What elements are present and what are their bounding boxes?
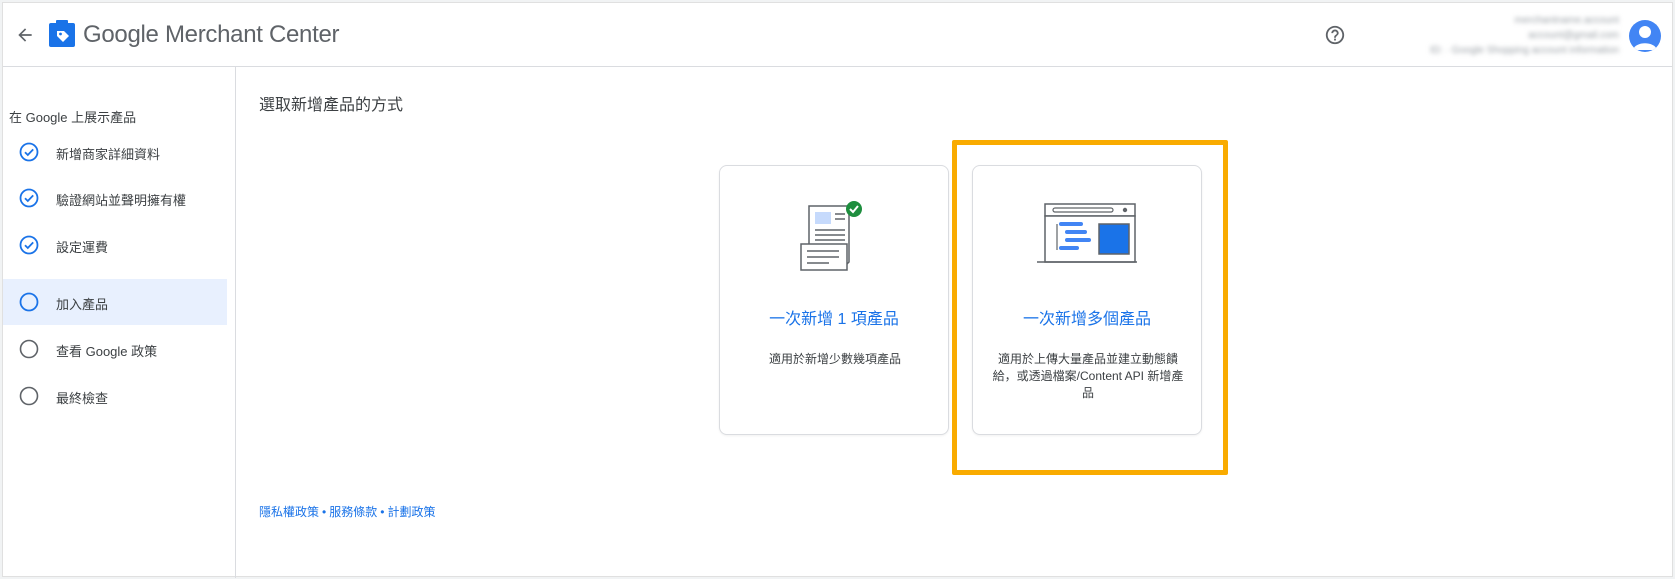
current-step-circle-icon xyxy=(19,292,39,312)
step-business-info[interactable]: 新增商家詳細資料 xyxy=(3,129,227,175)
step-review-policies[interactable]: 查看 Google 政策 xyxy=(3,326,227,372)
step-verify-website[interactable]: 驗證網站並聲明擁有權 xyxy=(3,175,227,221)
step-label: 查看 Google 政策 xyxy=(56,344,158,359)
step-label: 設定運費 xyxy=(56,240,109,255)
check-circle-icon xyxy=(19,142,39,162)
brand-product: Merchant Center xyxy=(164,21,340,48)
multiple-products-feed-icon xyxy=(1037,203,1137,263)
step-label: 驗證網站並聲明擁有權 xyxy=(56,193,187,208)
account-line: account@gmail.com xyxy=(1528,30,1619,41)
card-description: 適用於新增少數幾項產品 xyxy=(768,352,901,366)
privacy-policy-link[interactable]: 隱私權政策 xyxy=(259,505,319,519)
app-title: Google Merchant Center xyxy=(83,21,340,49)
account-line: merchantname.account xyxy=(1514,15,1619,26)
step-add-products[interactable]: 加入產品 xyxy=(3,279,227,325)
merchant-center-logo-icon xyxy=(47,19,77,49)
card-title: 一次新增 1 項產品 xyxy=(769,311,899,328)
brand-google: Google xyxy=(83,21,159,48)
setup-sidebar: 在 Google 上展示產品 新增商家詳細資料 驗證網站並聲明擁有權 設定運費 … xyxy=(3,67,236,578)
sidebar-title: 在 Google 上展示產品 xyxy=(9,110,137,125)
avatar[interactable] xyxy=(1629,20,1661,52)
check-circle-icon xyxy=(19,235,39,255)
footer-separator: • xyxy=(322,505,327,519)
terms-of-service-link[interactable]: 服務條款 xyxy=(329,505,377,519)
program-policies-link[interactable]: 計劃政策 xyxy=(387,505,435,519)
step-label: 加入產品 xyxy=(56,297,109,312)
account-line: ID: · Google Shopping account informatio… xyxy=(1430,45,1619,56)
add-multiple-products-card[interactable]: 一次新增多個產品 適用於上傳大量產品並建立動態饋給，或透過檔案/Content … xyxy=(972,165,1202,435)
footer-separator: • xyxy=(380,505,385,519)
card-title: 一次新增多個產品 xyxy=(1022,311,1151,328)
step-label: 最終檢查 xyxy=(56,391,109,406)
help-circle-icon[interactable] xyxy=(1321,21,1349,49)
add-single-product-card[interactable]: 一次新增 1 項產品 適用於新增少數幾項產品 xyxy=(719,165,949,435)
empty-circle-icon xyxy=(19,386,39,406)
single-product-document-icon xyxy=(800,201,862,271)
top-app-bar: Google Merchant Center merchantname.acco… xyxy=(3,3,1672,67)
step-label: 新增商家詳細資料 xyxy=(56,147,161,162)
card-description: 適用於上傳大量產品並建立動態饋給，或透過檔案/Content API 新增產品 xyxy=(992,352,1184,400)
page-title: 選取新增產品的方式 xyxy=(259,97,404,114)
check-circle-icon xyxy=(19,188,39,208)
app-window: Google Merchant Center merchantname.acco… xyxy=(2,2,1673,578)
empty-circle-icon xyxy=(19,339,39,359)
footer-links: 隱私權政策 • 服務條款 • 計劃政策 xyxy=(259,503,435,520)
arrow-back-icon[interactable] xyxy=(9,19,41,51)
step-shipping[interactable]: 設定運費 xyxy=(3,222,227,268)
step-final-check[interactable]: 最終檢查 xyxy=(3,373,227,419)
account-info[interactable]: merchantname.account account@gmail.com I… xyxy=(1365,13,1619,65)
